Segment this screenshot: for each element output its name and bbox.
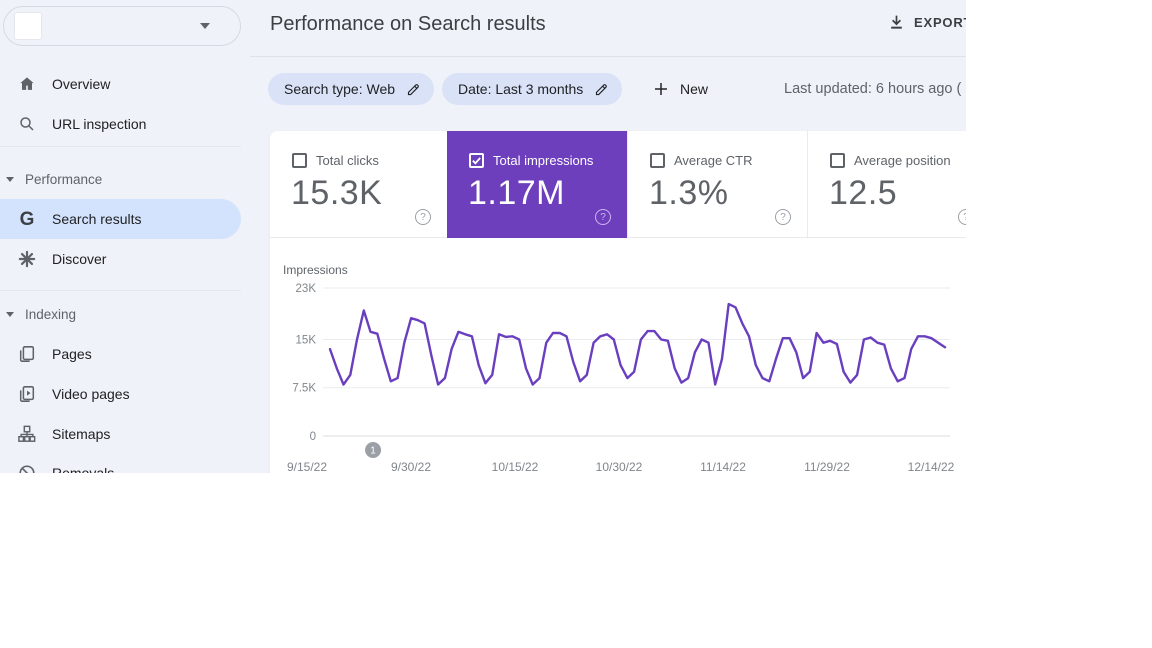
filter-chip-search-type[interactable]: Search type: Web (268, 73, 435, 105)
y-axis-tick-label: 15K (296, 334, 317, 346)
x-axis-tick-label: 9/15/22 (287, 460, 327, 473)
header-divider (250, 56, 966, 57)
sidebar-item-pages[interactable]: Pages (0, 334, 241, 374)
checkbox-unchecked-icon[interactable] (650, 153, 665, 168)
y-axis-tick-label: 23K (296, 283, 317, 295)
section-header-performance[interactable]: Performance (6, 169, 102, 189)
checkbox-unchecked-icon[interactable] (830, 153, 845, 168)
edit-pencil-icon (594, 82, 609, 97)
property-selector[interactable] (3, 6, 241, 46)
metric-value: 12.5 (829, 174, 898, 212)
sidebar-item-label: Overview (52, 76, 111, 92)
y-axis-tick-label: 0 (310, 431, 316, 443)
chevron-down-icon (200, 23, 210, 29)
sidebar-item-label: Removals (52, 465, 115, 473)
sidebar-divider (0, 290, 241, 291)
sitemaps-icon (16, 425, 38, 443)
page-title: Performance on Search results (270, 13, 546, 35)
help-icon[interactable]: ? (595, 209, 611, 225)
property-thumbnail (14, 12, 42, 40)
x-axis-tick-label: 10/30/22 (596, 460, 643, 473)
x-axis-tick-label: 9/30/22 (391, 460, 431, 473)
impressions-line-series (328, 302, 947, 386)
sidebar-item-label: Discover (52, 251, 107, 267)
download-icon (888, 13, 905, 31)
x-axis-tick-label: 11/14/22 (700, 460, 746, 473)
x-axis-tick-label: 11/29/22 (804, 460, 850, 473)
discover-star-icon (16, 250, 38, 268)
export-label: EXPORT (914, 14, 966, 30)
removals-icon (16, 464, 38, 473)
new-filter-button[interactable]: New (645, 73, 716, 105)
sidebar-item-removals[interactable]: Removals (0, 453, 241, 473)
search-console-app: Overview URL inspection Performance G Se… (0, 0, 966, 473)
checkbox-unchecked-icon[interactable] (292, 153, 307, 168)
plus-icon (653, 81, 669, 97)
metric-value: 1.17M (468, 174, 565, 212)
sidebar-divider (0, 146, 241, 147)
metric-value: 1.3% (649, 174, 729, 212)
sidebar-item-label: URL inspection (52, 116, 147, 132)
metric-card-total-clicks[interactable]: Total clicks 15.3K ? (270, 131, 447, 238)
sidebar-item-sitemaps[interactable]: Sitemaps (0, 414, 241, 454)
sidebar-item-label: Search results (52, 211, 142, 227)
metric-card-average-position[interactable]: Average position 12.5 ? (807, 131, 966, 238)
sidebar-item-video-pages[interactable]: Video pages (0, 374, 241, 414)
sidebar-item-search-results[interactable]: G Search results (0, 199, 241, 239)
sidebar-item-label: Sitemaps (52, 426, 111, 442)
metric-cards-row: Total clicks 15.3K ? Total impressions 1… (270, 131, 966, 238)
edit-pencil-icon (406, 82, 421, 97)
help-icon[interactable]: ? (415, 209, 431, 225)
google-g-icon: G (19, 208, 35, 230)
section-collapse-icon (6, 176, 14, 182)
filter-chip-date-range[interactable]: Date: Last 3 months (442, 73, 623, 105)
last-updated-text: Last updated: 6 hours ago ( (784, 81, 962, 97)
metric-card-average-ctr[interactable]: Average CTR 1.3% ? (627, 131, 807, 238)
sidebar-item-label: Video pages (52, 386, 130, 402)
video-pages-icon (16, 385, 38, 403)
impressions-chart: 0 7.5K 15K 23K 9/15/22 9/30/22 10/15/22 10/30/2… (287, 283, 955, 473)
search-icon (16, 115, 38, 133)
section-header-indexing[interactable]: Indexing (6, 304, 76, 324)
chart-annotation-label: 1 (370, 446, 376, 457)
section-collapse-icon (6, 311, 14, 317)
sidebar-item-label: Pages (52, 346, 92, 362)
export-button[interactable]: EXPORT (888, 13, 966, 31)
help-icon[interactable]: ? (958, 209, 966, 225)
y-axis-tick-label: 7.5K (292, 383, 316, 395)
screenshot-canvas: Overview URL inspection Performance G Se… (0, 0, 1152, 648)
sidebar-item-url-inspection[interactable]: URL inspection (0, 104, 241, 144)
x-axis-tick-label: 10/15/22 (492, 460, 539, 473)
metric-value: 15.3K (291, 174, 383, 212)
checkbox-checked-icon[interactable] (469, 153, 484, 168)
sidebar-item-discover[interactable]: Discover (0, 239, 241, 279)
help-icon[interactable]: ? (775, 209, 791, 225)
home-icon (16, 74, 38, 94)
sidebar-item-overview[interactable]: Overview (0, 64, 241, 104)
x-axis-tick-label: 12/14/22 (908, 460, 955, 473)
metric-card-total-impressions[interactable]: Total impressions 1.17M ? (447, 131, 627, 238)
pages-icon (16, 345, 38, 363)
sidebar: Overview URL inspection Performance G Se… (0, 0, 250, 473)
